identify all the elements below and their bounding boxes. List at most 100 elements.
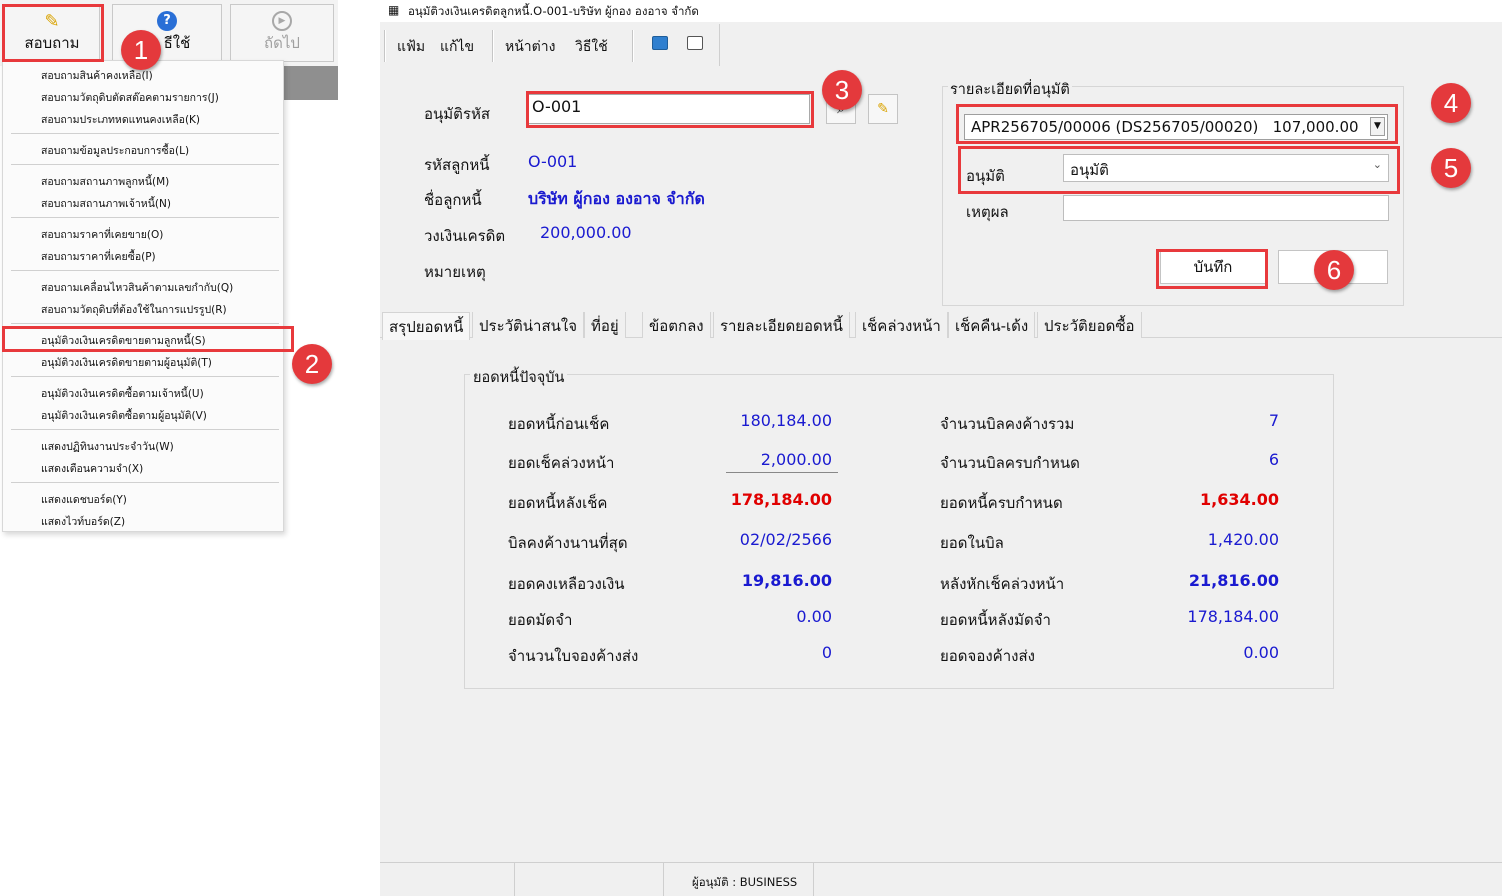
menu-item-debtor-status[interactable]: สอบถามสถานภาพลูกหนี้(M) bbox=[41, 173, 169, 190]
tab-agreement[interactable]: ข้อตกลง bbox=[642, 312, 711, 338]
summary-value: 1,634.00 bbox=[1200, 490, 1279, 509]
approve-code-input[interactable]: O-001 bbox=[528, 94, 810, 124]
app-icon: ▦ bbox=[388, 3, 400, 17]
approval-group-title: รายละเอียดที่อนุมัติ bbox=[948, 78, 1072, 101]
summary-value: 0.00 bbox=[1243, 643, 1279, 662]
save-button[interactable]: บันทึก bbox=[1160, 250, 1266, 284]
summary-label: จำนวนบิลครบกำหนด bbox=[940, 454, 1080, 472]
chevron-down-icon[interactable]: ▼ bbox=[1370, 117, 1385, 136]
approval-document-select[interactable]: APR256705/00006 (DS256705/00020) 107,000… bbox=[964, 114, 1388, 140]
step-badge: 3 bbox=[822, 70, 862, 110]
summary-label: ยอดจองค้างส่ง bbox=[940, 647, 1035, 665]
phone-icon[interactable]: ✎ bbox=[868, 94, 898, 124]
tab-debt-detail[interactable]: รายละเอียดยอดหนี้ bbox=[713, 312, 850, 338]
step-badge: 6 bbox=[1314, 250, 1354, 290]
menu-file[interactable]: แฟ้ม bbox=[397, 36, 425, 58]
menu-edit[interactable]: แก้ไข bbox=[440, 36, 474, 58]
help-icon: ? bbox=[157, 11, 177, 31]
tab-debt-summary[interactable]: สรุปยอดหนี้ bbox=[382, 312, 471, 340]
note-label: หมายเหตุ bbox=[424, 263, 486, 281]
summary-label: ยอดในบิล bbox=[940, 534, 1004, 552]
menu-separator bbox=[11, 429, 279, 430]
summary-label: จำนวนบิลคงค้างรวม bbox=[940, 415, 1075, 433]
menu-item-approve-purchase-by-approver[interactable]: อนุมัติวงเงินเครดิตซื้อตามผู้อนุมัติ(V) bbox=[41, 407, 207, 424]
menu-separator bbox=[11, 270, 279, 271]
approval-document-value: APR256705/00006 (DS256705/00020) 107,000… bbox=[971, 118, 1359, 136]
tab-interesting-history[interactable]: ประวัติน่าสนใจ bbox=[472, 312, 584, 338]
menu-help[interactable]: วิธีใช้ bbox=[575, 36, 608, 58]
step-badge: 1 bbox=[121, 30, 161, 70]
play-icon: ▶ bbox=[272, 11, 292, 31]
menubar-separator bbox=[384, 30, 386, 62]
summary-label: ยอดหนี้หลังเช็ค bbox=[508, 494, 608, 512]
phone-icon: ✎ bbox=[44, 11, 60, 32]
approve-credit-window: ▦ อนุมัติวงเงินเครดิตลูกหนี้.O-001-บริษั… bbox=[380, 0, 1502, 896]
reason-input[interactable] bbox=[1063, 195, 1389, 221]
window-title: อนุมัติวงเงินเครดิตลูกหนี้.O-001-บริษัท … bbox=[408, 4, 699, 18]
summary-label: ยอดคงเหลือวงเงิน bbox=[508, 575, 625, 593]
approve-label: อนุมัติ bbox=[966, 167, 1005, 185]
menu-item-substitute-balance[interactable]: สอบถามประเภทหดแทนคงเหลือ(K) bbox=[41, 111, 200, 128]
menu-item-reminder[interactable]: แสดงเตือนความจำ(X) bbox=[41, 460, 143, 477]
chevron-down-icon[interactable]: ⌄ bbox=[1373, 158, 1382, 171]
tab-purchase-history[interactable]: ประวัติยอดซื้อ bbox=[1037, 312, 1142, 338]
menu-item-approve-purchase-by-creditor[interactable]: อนุมัติวงเงินเครดิตซื้อตามเจ้าหนี้(U) bbox=[41, 385, 204, 402]
menu-item-daily-calendar[interactable]: แสดงปฏิทินงานประจำวัน(W) bbox=[41, 438, 174, 455]
debtor-code-value: O-001 bbox=[528, 152, 578, 171]
credit-limit-value: 200,000.00 bbox=[540, 223, 632, 242]
current-debt-title: ยอดหนี้ปัจจุบัน bbox=[470, 366, 568, 389]
menu-item-serial-movement[interactable]: สอบถามเคลื่อนไหวสินค้าตามเลขกำกับ(Q) bbox=[41, 279, 233, 296]
status-separator bbox=[514, 863, 515, 896]
menu-item-dashboard[interactable]: แสดงแดชบอร์ด(Y) bbox=[41, 491, 127, 508]
summary-value: 0.00 bbox=[796, 607, 832, 626]
summary-label: จำนวนใบจองค้างส่ง bbox=[508, 647, 639, 665]
menu-item-processing-material[interactable]: สอบถามวัตถุดิบที่ต้องใช้ในการแปรรูป(R) bbox=[41, 301, 227, 318]
divider bbox=[726, 472, 838, 473]
tab-returned-cheque[interactable]: เช็คคืน-เด้ง bbox=[948, 312, 1036, 338]
tab-address[interactable]: ที่อยู่ bbox=[584, 312, 626, 338]
summary-value: 21,816.00 bbox=[1188, 571, 1279, 590]
window-menubar: แฟ้ม แก้ไข หน้าต่าง วิธีใช้ bbox=[380, 24, 720, 66]
menu-separator bbox=[11, 482, 279, 483]
main-toolbar: ✎ สอบถาม ? ธีใช้ ▶ ถัดไป bbox=[0, 0, 338, 66]
summary-value: 6 bbox=[1268, 450, 1279, 469]
summary-label: ยอดหนี้ก่อนเช็ค bbox=[508, 415, 610, 433]
background-strip bbox=[284, 66, 338, 100]
next-button[interactable]: ▶ ถัดไป bbox=[230, 4, 334, 62]
summary-label: ยอดหนี้ครบกำหนด bbox=[940, 494, 1063, 512]
menu-item-purchase-info[interactable]: สอบถามข้อมูลประกอบการซื้อ(L) bbox=[41, 142, 189, 159]
summary-label: ยอดมัดจำ bbox=[508, 611, 573, 629]
approve-status-select[interactable]: อนุมัติ ⌄ bbox=[1063, 154, 1389, 182]
summary-label: ยอดหนี้หลังมัดจำ bbox=[940, 611, 1051, 629]
step-badge: 5 bbox=[1431, 148, 1471, 188]
menubar-separator bbox=[492, 30, 494, 62]
summary-value: 02/02/2566 bbox=[739, 530, 832, 549]
menu-item-sold-price[interactable]: สอบถามราคาที่เคยขาย(O) bbox=[41, 226, 163, 243]
menu-item-approve-credit-by-approver[interactable]: อนุมัติวงเงินเครดิตขายตามผู้อนุมัติ(T) bbox=[41, 354, 212, 371]
menu-separator bbox=[11, 133, 279, 134]
menu-item-approve-credit-by-debtor[interactable]: อนุมัติวงเงินเครดิตขายตามลูกหนี้(S) bbox=[41, 332, 206, 349]
menu-item-creditor-status[interactable]: สอบถามสถานภาพเจ้าหนี้(N) bbox=[41, 195, 171, 212]
summary-label: หลังหักเช็คล่วงหน้า bbox=[940, 575, 1065, 593]
status-bar: ผู้อนุมัติ : BUSINESS bbox=[380, 862, 1502, 896]
approve-status-value: อนุมัติ bbox=[1070, 161, 1109, 179]
menu-window[interactable]: หน้าต่าง bbox=[505, 36, 555, 58]
menu-item-whiteboard[interactable]: แสดงไวท์บอร์ด(Z) bbox=[41, 513, 125, 530]
reason-label: เหตุผล bbox=[966, 203, 1009, 221]
summary-value: 2,000.00 bbox=[760, 450, 832, 469]
summary-label: ยอดเช็คล่วงหน้า bbox=[508, 454, 615, 472]
tab-postdated-cheque[interactable]: เช็คล่วงหน้า bbox=[855, 312, 948, 338]
approver-status: ผู้อนุมัติ : BUSINESS bbox=[692, 875, 798, 889]
calculator-icon[interactable] bbox=[652, 36, 668, 50]
summary-value: 19,816.00 bbox=[741, 571, 832, 590]
summary-value: 178,184.00 bbox=[1187, 607, 1279, 626]
menu-separator bbox=[11, 217, 279, 218]
clipboard-icon[interactable] bbox=[687, 36, 703, 50]
debtor-name-value: บริษัท ผู้กอง องอาจ จำกัด bbox=[528, 189, 705, 208]
menu-item-material-cut[interactable]: สอบถามวัตถุดิบตัดสต๊อคตามรายการ(J) bbox=[41, 89, 219, 106]
inquiry-dropdown-menu: สอบถามสินค้าคงเหลือ(I) สอบถามวัตถุดิบตัด… bbox=[2, 60, 284, 532]
inquiry-button[interactable]: ✎ สอบถาม bbox=[4, 4, 100, 62]
menu-item-bought-price[interactable]: สอบถามราคาที่เคยซื้อ(P) bbox=[41, 248, 156, 265]
summary-value: 0 bbox=[821, 643, 832, 662]
credit-limit-label: วงเงินเครดิต bbox=[424, 227, 506, 245]
